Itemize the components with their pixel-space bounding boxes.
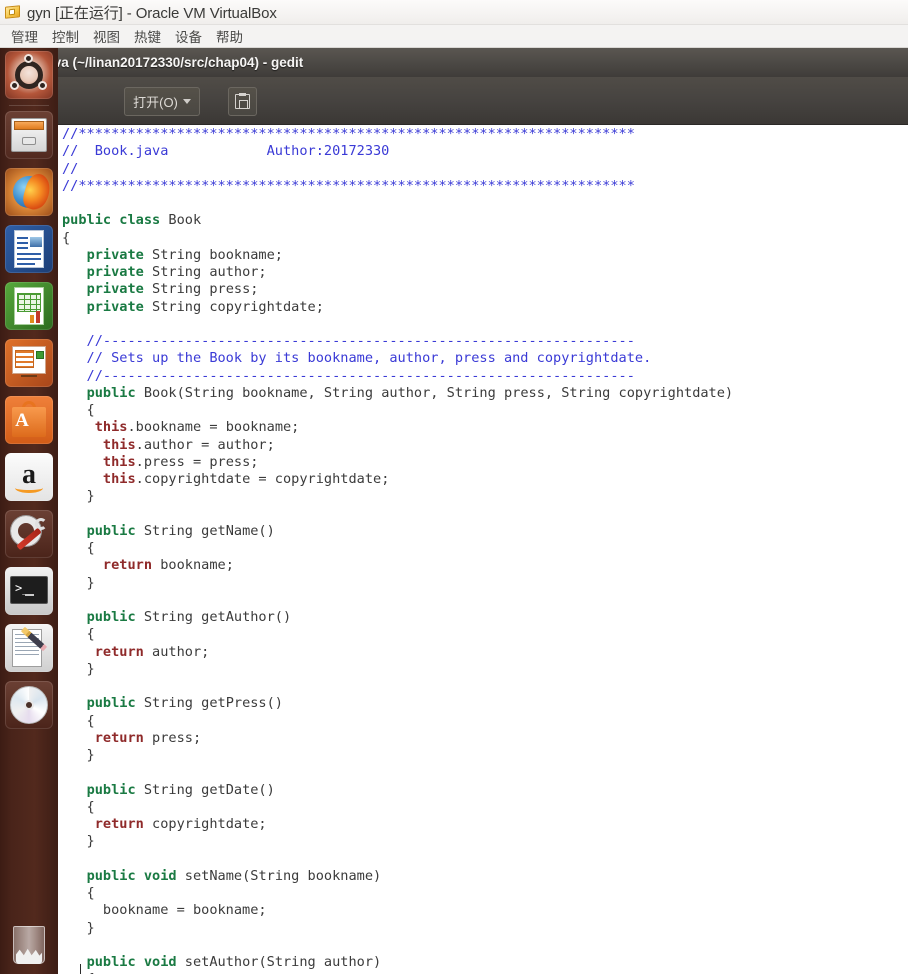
launcher-item-firefox[interactable]: [5, 168, 53, 216]
menu-item-help[interactable]: 帮助: [209, 25, 250, 48]
launcher-item-terminal[interactable]: >_: [5, 567, 53, 615]
guest-screen: Book.java (~/linan20172330/src/chap04) -…: [0, 48, 908, 974]
open-button[interactable]: 打开(O): [124, 87, 200, 116]
launcher-item-ubuntu-dash[interactable]: [5, 51, 53, 99]
gedit-toolbar: 打开(O): [0, 77, 908, 125]
menu-item-manage[interactable]: 管理: [4, 25, 45, 48]
launcher-item-files[interactable]: [5, 111, 53, 159]
editor-textview[interactable]: //**************************************…: [0, 126, 908, 974]
text-cursor: [80, 964, 81, 974]
virtualbox-title-text: gyn [正在运行] - Oracle VM VirtualBox: [27, 4, 277, 22]
menu-item-hotkeys[interactable]: 热键: [127, 25, 168, 48]
launcher-item-gedit[interactable]: [5, 624, 53, 672]
unity-launcher: A a >_: [0, 48, 58, 974]
menu-item-devices[interactable]: 设备: [168, 25, 209, 48]
gedit-titlebar: Book.java (~/linan20172330/src/chap04) -…: [0, 48, 908, 77]
gedit-window: Book.java (~/linan20172330/src/chap04) -…: [0, 48, 908, 974]
launcher-item-libreoffice-calc[interactable]: [5, 282, 53, 330]
open-button-label: 打开(O): [133, 95, 178, 110]
launcher-divider: [9, 105, 49, 106]
virtualbox-window: gyn [正在运行] - Oracle VM VirtualBox 管理 控制 …: [0, 0, 908, 974]
chevron-down-icon: [182, 99, 191, 104]
save-button[interactable]: [228, 87, 257, 116]
launcher-item-amazon[interactable]: a: [5, 453, 53, 501]
virtualbox-menubar: 管理 控制 视图 热键 设备 帮助: [0, 25, 908, 48]
launcher-item-cd-drive[interactable]: [5, 681, 53, 729]
save-icon: [235, 93, 250, 109]
menu-item-control[interactable]: 控制: [45, 25, 86, 48]
launcher-item-libreoffice-writer[interactable]: [5, 225, 53, 273]
launcher-item-libreoffice-impress[interactable]: [5, 339, 53, 387]
source-code[interactable]: //**************************************…: [62, 126, 733, 974]
virtualbox-icon: [4, 3, 22, 21]
launcher-item-trash[interactable]: [5, 920, 53, 968]
launcher-item-system-settings[interactable]: [5, 510, 53, 558]
virtualbox-titlebar: gyn [正在运行] - Oracle VM VirtualBox: [0, 0, 908, 25]
launcher-item-ubuntu-software[interactable]: A: [5, 396, 53, 444]
menu-item-view[interactable]: 视图: [86, 25, 127, 48]
